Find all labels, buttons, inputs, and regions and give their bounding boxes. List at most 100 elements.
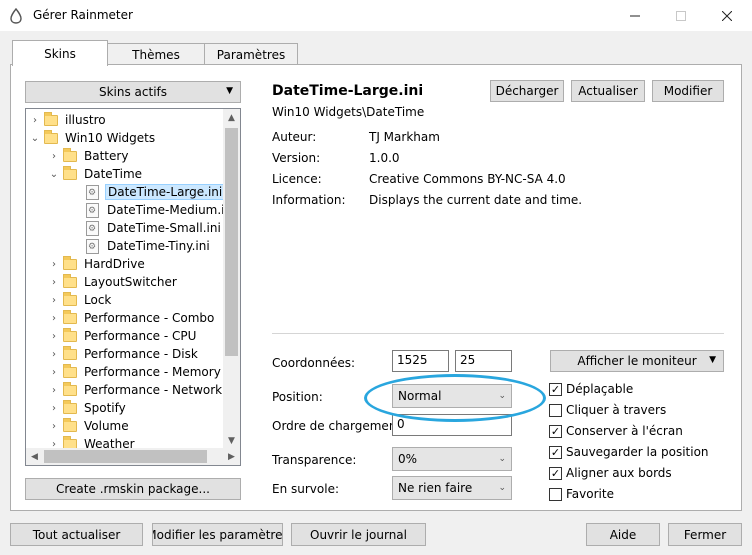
tree-item-label: HardDrive xyxy=(84,257,145,271)
expand-chevron-icon[interactable]: › xyxy=(49,367,59,378)
tree-item-label: Performance - Combo xyxy=(84,311,215,325)
folder-icon xyxy=(63,273,77,288)
hover-select[interactable]: Ne rien faire ⌄ xyxy=(392,476,512,500)
unload-button[interactable]: Décharger xyxy=(490,80,564,102)
tree-item-selected[interactable]: DateTime-Large.ini xyxy=(86,183,226,201)
tree-horizontal-scrollbar[interactable]: ◀ ▶ xyxy=(26,448,240,465)
skins-tree[interactable]: › illustro ⌄ Win10 Widgets › Battery ⌄ D… xyxy=(25,108,241,466)
tree-item[interactable]: › Performance - Disk xyxy=(49,345,200,363)
tab-themes[interactable]: Thèmes xyxy=(107,43,205,65)
expand-chevron-icon[interactable]: › xyxy=(49,385,59,396)
draggable-checkbox-row[interactable]: ✓ Déplaçable xyxy=(549,382,633,396)
tree-item[interactable]: › Performance - Combo xyxy=(49,309,216,327)
tree-item[interactable]: › LayoutSwitcher xyxy=(49,273,179,291)
refresh-button[interactable]: Actualiser xyxy=(571,80,645,102)
transparency-value: 0% xyxy=(398,452,418,466)
tree-item[interactable]: DateTime-Small.ini xyxy=(86,219,223,237)
tree-item-label: Performance - CPU xyxy=(84,329,197,343)
info-key: Licence: xyxy=(272,172,322,186)
tree-item[interactable]: › illustro xyxy=(30,111,108,129)
coord-x-input[interactable]: 1525 xyxy=(392,350,449,372)
click-through-checkbox-row[interactable]: Cliquer à travers xyxy=(549,403,666,417)
close-icon[interactable] xyxy=(704,0,750,31)
checkbox[interactable] xyxy=(549,403,562,417)
folder-icon xyxy=(63,381,77,396)
tree-item[interactable]: › Battery xyxy=(49,147,130,165)
checkbox[interactable]: ✓ xyxy=(549,382,562,396)
checkbox[interactable]: ✓ xyxy=(549,445,562,459)
chevron-down-icon: ⌄ xyxy=(498,454,506,464)
checkbox-label: Aligner aux bords xyxy=(566,466,672,480)
tree-item[interactable]: › HardDrive xyxy=(49,255,147,273)
tree-item[interactable]: › Lock xyxy=(49,291,113,309)
open-log-button[interactable]: Ouvrir le journal xyxy=(291,523,426,546)
transparency-select[interactable]: 0% ⌄ xyxy=(392,447,512,471)
tree-item[interactable]: DateTime-Tiny.ini xyxy=(86,237,212,255)
save-position-checkbox-row[interactable]: ✓ Sauvegarder la position xyxy=(549,445,709,459)
folder-icon xyxy=(63,309,77,324)
tree-item-label: DateTime xyxy=(84,167,143,181)
scroll-left-icon[interactable]: ◀ xyxy=(26,448,43,465)
tree-item[interactable]: › Performance - CPU xyxy=(49,327,198,345)
info-key: Information: xyxy=(272,193,346,207)
expand-chevron-icon[interactable]: › xyxy=(49,421,59,432)
checkbox[interactable] xyxy=(549,487,562,501)
collapse-chevron-icon[interactable]: ⌄ xyxy=(30,133,40,144)
annotation-highlight-ellipse xyxy=(364,374,546,422)
show-monitor-button[interactable]: Afficher le moniteur ▼ xyxy=(550,350,724,372)
tree-item[interactable]: › Performance - Network xyxy=(49,381,224,399)
expand-chevron-icon[interactable]: › xyxy=(30,115,40,126)
active-skins-dropdown[interactable]: Skins actifs ▼ xyxy=(25,81,241,103)
checkbox[interactable]: ✓ xyxy=(549,424,562,438)
expand-chevron-icon[interactable]: › xyxy=(49,349,59,360)
create-rmskin-button[interactable]: Create .rmskin package... xyxy=(25,478,241,500)
tab-skins[interactable]: Skins xyxy=(12,40,108,66)
edit-button[interactable]: Modifier xyxy=(652,80,724,102)
tree-item-label: Performance - Memory xyxy=(84,365,221,379)
info-value: Displays the current date and time. xyxy=(369,193,583,207)
tree-item[interactable]: › Volume xyxy=(49,417,131,435)
edit-settings-button[interactable]: Modifier les paramètres xyxy=(152,523,283,546)
tree-item[interactable]: › Spotify xyxy=(49,399,128,417)
minimize-icon[interactable] xyxy=(612,0,658,31)
tree-item[interactable]: ⌄ Win10 Widgets xyxy=(30,129,157,147)
coord-y-input[interactable]: 25 xyxy=(455,350,512,372)
expand-chevron-icon[interactable]: › xyxy=(49,151,59,162)
ini-file-icon xyxy=(86,184,99,200)
keep-on-screen-checkbox-row[interactable]: ✓ Conserver à l'écran xyxy=(549,424,683,438)
folder-icon xyxy=(63,165,77,180)
expand-chevron-icon[interactable]: › xyxy=(49,331,59,342)
tree-item[interactable]: DateTime-Medium.ini xyxy=(86,201,237,219)
refresh-all-button[interactable]: Tout actualiser xyxy=(10,523,143,546)
tree-item-label: Spotify xyxy=(84,401,126,415)
checkbox[interactable]: ✓ xyxy=(549,466,562,480)
expand-chevron-icon[interactable]: › xyxy=(49,277,59,288)
collapse-chevron-icon[interactable]: ⌄ xyxy=(49,169,59,180)
scroll-right-icon[interactable]: ▶ xyxy=(223,448,240,465)
tree-item-label: DateTime-Small.ini xyxy=(107,221,221,235)
rainmeter-drop-icon xyxy=(10,8,22,24)
tree-vertical-scrollbar[interactable]: ▲ ▼ xyxy=(223,109,240,449)
help-button[interactable]: Aide xyxy=(586,523,660,546)
info-value: Creative Commons BY-NC-SA 4.0 xyxy=(369,172,566,186)
favorite-checkbox-row[interactable]: Favorite xyxy=(549,487,614,501)
tree-item[interactable]: ⌄ DateTime xyxy=(49,165,144,183)
scroll-down-icon[interactable]: ▼ xyxy=(223,432,240,449)
snap-to-edges-checkbox-row[interactable]: ✓ Aligner aux bords xyxy=(549,466,672,480)
close-button[interactable]: Fermer xyxy=(668,523,742,546)
scroll-thumb[interactable] xyxy=(44,450,207,463)
expand-chevron-icon[interactable]: › xyxy=(49,403,59,414)
scroll-up-icon[interactable]: ▲ xyxy=(223,109,240,126)
ini-file-icon xyxy=(86,202,99,218)
tree-item-label: Battery xyxy=(84,149,129,163)
expand-chevron-icon[interactable]: › xyxy=(49,259,59,270)
expand-chevron-icon[interactable]: › xyxy=(49,313,59,324)
tree-item-label: Performance - Disk xyxy=(84,347,198,361)
tab-settings[interactable]: Paramètres xyxy=(204,43,298,65)
scroll-thumb[interactable] xyxy=(225,128,238,356)
tree-item-label: DateTime-Tiny.ini xyxy=(107,239,210,253)
folder-icon xyxy=(63,291,77,306)
info-key: Auteur: xyxy=(272,130,317,144)
tree-item[interactable]: › Performance - Memory xyxy=(49,363,223,381)
expand-chevron-icon[interactable]: › xyxy=(49,295,59,306)
